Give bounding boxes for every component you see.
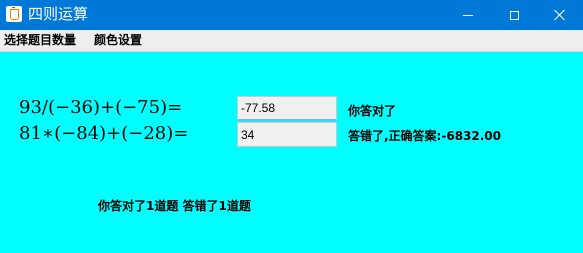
answer-1-feedback: 你答对了	[348, 104, 397, 118]
title-bar[interactable]: 四则运算	[0, 0, 583, 30]
answer-2-input[interactable]	[237, 122, 337, 147]
question-1-expression: 93/(−36)+(−75)=	[19, 97, 183, 118]
answer-2-feedback: 答错了,正确答案:-6832.00	[348, 129, 501, 143]
maximize-button[interactable]	[491, 0, 537, 30]
maximize-icon	[509, 10, 519, 20]
result-summary: 你答对了1道题 答错了1道题	[98, 199, 251, 213]
question-2-expression: 81∗(−84)+(−28)=	[19, 123, 189, 144]
menu-color-settings[interactable]: 颜色设置	[94, 33, 142, 48]
app-window: 四则运算 选择题目数量 颜色设置 93/(−36)+(−75)= 你答对了 81…	[0, 0, 583, 253]
main-panel: 93/(−36)+(−75)= 你答对了 81∗(−84)+(−28)= 答错了…	[0, 52, 583, 253]
close-button[interactable]	[537, 0, 583, 30]
menu-bar: 选择题目数量 颜色设置	[0, 30, 583, 52]
minimize-button[interactable]	[445, 0, 491, 30]
java-icon	[6, 6, 22, 22]
minimize-icon	[463, 14, 473, 16]
window-title: 四则运算	[28, 5, 89, 23]
answer-1-input[interactable]	[237, 96, 337, 121]
menu-select-question-count[interactable]: 选择题目数量	[4, 33, 76, 48]
close-icon	[554, 9, 566, 21]
